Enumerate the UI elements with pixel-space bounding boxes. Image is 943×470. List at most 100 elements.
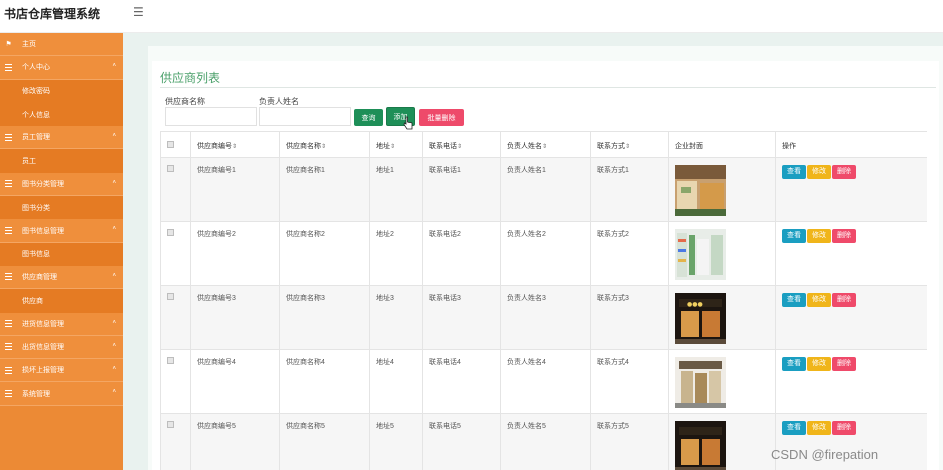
column-header-label: 地址 bbox=[376, 143, 390, 150]
table-header-row: 供应商编号⇕ 供应商名称⇕ 地址⇕ 联系电话⇕ 负责人姓名⇕ 联系方式⇕ 企业封面 操作 bbox=[160, 131, 927, 158]
title-divider bbox=[160, 87, 936, 88]
sidebar-item-label: 系统管理 bbox=[22, 390, 50, 398]
view-button[interactable]: 查看 bbox=[782, 293, 806, 307]
column-header: 企业封面 bbox=[668, 131, 776, 158]
view-button[interactable]: 查看 bbox=[782, 421, 806, 435]
table-cell-contact: 负责人姓名3 bbox=[500, 285, 591, 350]
delete-button[interactable]: 删除 bbox=[832, 421, 856, 435]
company-cover-image[interactable] bbox=[675, 229, 726, 280]
table-cell-actions: 查看 修改 删除 bbox=[775, 349, 927, 414]
sidebar-subitem[interactable]: 个人信息 bbox=[0, 102, 123, 127]
sidebar-group[interactable]: ˄ 个人中心 bbox=[0, 56, 123, 80]
table-cell-contact: 负责人姓名2 bbox=[500, 221, 591, 286]
list-icon bbox=[5, 389, 12, 397]
svg-text:●●●: ●●● bbox=[687, 301, 703, 308]
table-cell-name: 供应商名称5 bbox=[279, 413, 370, 470]
sidebar-item-label: 损坏上报管理 bbox=[22, 367, 64, 375]
chevron-icon: ˄ bbox=[112, 389, 116, 396]
sidebar-subitem[interactable]: 图书信息 bbox=[0, 242, 123, 266]
column-header[interactable]: 联系方式⇕ bbox=[590, 131, 669, 158]
sidebar-subitem[interactable]: 图书分类 bbox=[0, 196, 123, 220]
column-header[interactable]: 供应商编号⇕ bbox=[190, 131, 280, 158]
sidebar-subitem[interactable]: 员工 bbox=[0, 149, 123, 173]
sidebar-item-label: 主页 bbox=[22, 41, 36, 49]
sort-icon[interactable]: ⇕ bbox=[390, 144, 395, 150]
company-cover-image[interactable] bbox=[675, 165, 726, 216]
row-checkbox[interactable] bbox=[167, 421, 174, 428]
table-row: 供应商编号3 供应商名称3 地址3 联系电话3 负责人姓名3 联系方式3 ●●● 查看 修改 删除 bbox=[160, 285, 927, 350]
sidebar-group[interactable]: ˄ 员工管理 bbox=[0, 126, 123, 150]
sidebar-subitem[interactable]: 供应商 bbox=[0, 289, 123, 313]
sidebar-group[interactable]: ˄ 出货信息管理 bbox=[0, 335, 123, 360]
delete-button[interactable]: 删除 bbox=[832, 293, 856, 307]
row-checkbox[interactable] bbox=[167, 293, 174, 300]
query-button[interactable]: 查询 bbox=[354, 109, 383, 126]
column-header[interactable]: 地址⇕ bbox=[369, 131, 423, 158]
table-cell-phone: 联系电话3 bbox=[422, 285, 501, 350]
sort-icon[interactable]: ⇕ bbox=[232, 144, 237, 150]
row-checkbox[interactable] bbox=[167, 229, 174, 236]
table-cell-id: 供应商编号2 bbox=[190, 221, 280, 286]
edit-button[interactable]: 修改 bbox=[807, 229, 831, 243]
sidebar-item-label: 个人中心 bbox=[22, 64, 50, 72]
sidebar-item-label: 供应商 bbox=[22, 297, 43, 305]
chevron-icon: ˄ bbox=[112, 226, 116, 233]
column-header-label: 供应商编号 bbox=[197, 143, 232, 150]
edit-button[interactable]: 修改 bbox=[807, 165, 831, 179]
list-icon bbox=[5, 180, 12, 188]
sort-icon[interactable]: ⇕ bbox=[542, 144, 547, 150]
row-select-cell bbox=[160, 285, 191, 350]
company-cover-image[interactable] bbox=[675, 421, 726, 470]
menu-toggle-icon[interactable]: ☰ bbox=[133, 6, 144, 18]
sidebar-item-home[interactable]: ⚑ 主页 bbox=[0, 33, 123, 57]
select-all-cell bbox=[160, 131, 191, 158]
sort-icon[interactable]: ⇕ bbox=[625, 144, 630, 150]
sidebar-item-label: 图书分类管理 bbox=[22, 180, 64, 188]
batch-delete-button[interactable]: 批量删除 bbox=[419, 109, 464, 126]
view-button[interactable]: 查看 bbox=[782, 165, 806, 179]
row-select-cell bbox=[160, 349, 191, 414]
table-cell-id: 供应商编号3 bbox=[190, 285, 280, 350]
chevron-icon: ˄ bbox=[112, 319, 116, 326]
select-all-checkbox[interactable] bbox=[167, 141, 174, 148]
view-button[interactable]: 查看 bbox=[782, 229, 806, 243]
company-cover-image[interactable]: ●●● bbox=[675, 293, 726, 344]
sidebar-item-label: 图书分类 bbox=[22, 204, 50, 212]
flag-icon: ⚑ bbox=[5, 40, 12, 48]
row-checkbox[interactable] bbox=[167, 357, 174, 364]
edit-button[interactable]: 修改 bbox=[807, 421, 831, 435]
sidebar-group[interactable]: ˄ 损坏上报管理 bbox=[0, 359, 123, 383]
edit-button[interactable]: 修改 bbox=[807, 357, 831, 371]
watermark: CSDN @firepation bbox=[771, 447, 879, 462]
delete-button[interactable]: 删除 bbox=[832, 357, 856, 371]
view-button[interactable]: 查看 bbox=[782, 357, 806, 371]
chevron-icon: ˄ bbox=[112, 179, 116, 186]
table-cell-method: 联系方式4 bbox=[590, 349, 669, 414]
sidebar-group[interactable]: ˄ 图书分类管理 bbox=[0, 172, 123, 197]
delete-button[interactable]: 删除 bbox=[832, 165, 856, 179]
row-checkbox[interactable] bbox=[167, 165, 174, 172]
edit-button[interactable]: 修改 bbox=[807, 293, 831, 307]
sidebar-item-label: 供应商管理 bbox=[22, 274, 57, 282]
table-cell-actions: 查看 修改 删除 bbox=[775, 157, 927, 222]
delete-button[interactable]: 删除 bbox=[832, 229, 856, 243]
sort-icon[interactable]: ⇕ bbox=[457, 144, 462, 150]
sidebar-subitem[interactable]: 修改密码 bbox=[0, 79, 123, 103]
list-icon bbox=[5, 63, 12, 71]
column-header-label: 联系方式 bbox=[597, 143, 625, 150]
sort-icon[interactable]: ⇕ bbox=[321, 144, 326, 150]
column-header[interactable]: 负责人姓名⇕ bbox=[500, 131, 591, 158]
column-header[interactable]: 供应商名称⇕ bbox=[279, 131, 370, 158]
sidebar-group[interactable]: ˄ 供应商管理 bbox=[0, 265, 123, 290]
table-cell-id: 供应商编号1 bbox=[190, 157, 280, 222]
column-header[interactable]: 联系电话⇕ bbox=[422, 131, 501, 158]
contact-person-input[interactable] bbox=[259, 107, 351, 126]
table-cell-cover: ●●● bbox=[668, 285, 776, 350]
row-select-cell bbox=[160, 157, 191, 222]
sidebar-group[interactable]: ˄ 图书信息管理 bbox=[0, 219, 123, 243]
sidebar-group[interactable]: ˄ 系统管理 bbox=[0, 382, 123, 406]
company-cover-image[interactable] bbox=[675, 357, 726, 408]
sidebar-item-label: 个人信息 bbox=[22, 111, 50, 119]
sidebar-group[interactable]: ˄ 进货信息管理 bbox=[0, 312, 123, 336]
supplier-name-input[interactable] bbox=[165, 107, 257, 126]
